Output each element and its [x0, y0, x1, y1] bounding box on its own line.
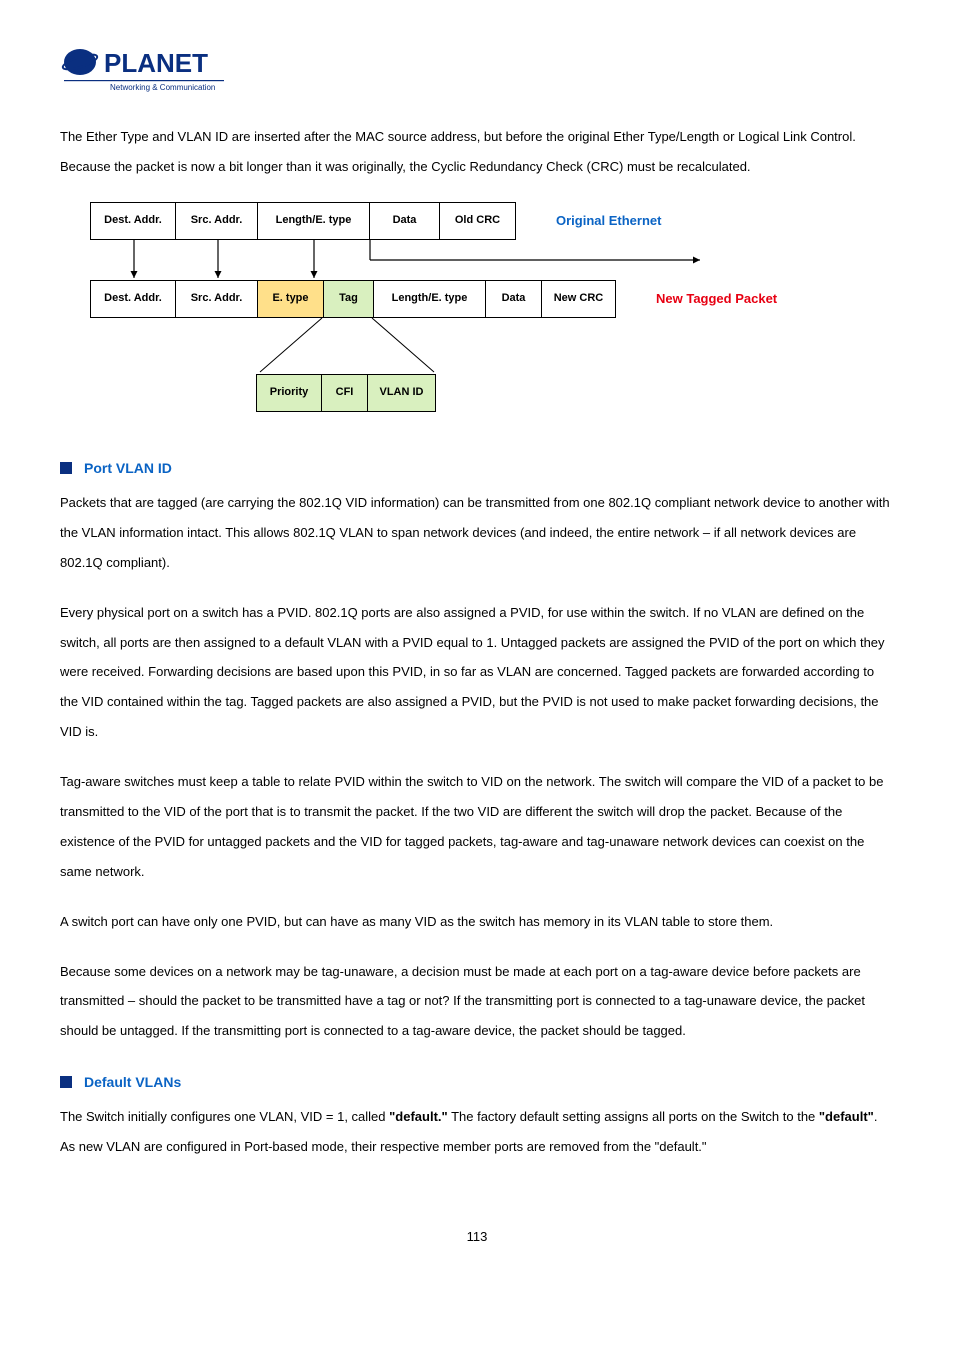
intro-paragraph: The Ether Type and VLAN ID are inserted …: [60, 122, 894, 182]
new-crc: New CRC: [542, 280, 616, 318]
bullet-icon: [60, 1076, 72, 1088]
text-bold-default: "default.": [389, 1109, 448, 1124]
label-new-tagged-packet: New Tagged Packet: [656, 284, 777, 314]
section-title-default-vlans: Default VLANs: [84, 1066, 181, 1098]
svg-text:PLANET: PLANET: [104, 48, 208, 78]
planet-logo-icon: PLANET Networking & Communication: [60, 40, 230, 92]
section-head-default-vlans: Default VLANs: [60, 1066, 894, 1098]
port-vlan-p3: Tag-aware switches must keep a table to …: [60, 767, 894, 887]
tag-priority: Priority: [256, 374, 322, 412]
page-number: 113: [60, 1222, 894, 1252]
orig-old-crc: Old CRC: [440, 202, 516, 240]
packet-diagram: Dest. Addr. Src. Addr. Length/E. type Da…: [60, 202, 894, 412]
orig-src-addr: Src. Addr.: [176, 202, 258, 240]
new-etype: E. type: [258, 280, 324, 318]
port-vlan-p1: Packets that are tagged (are carrying th…: [60, 488, 894, 578]
new-length-etype: Length/E. type: [374, 280, 486, 318]
section-title-port-vlan-id: Port VLAN ID: [84, 452, 172, 484]
orig-length-etype: Length/E. type: [258, 202, 370, 240]
tag-cfi: CFI: [322, 374, 368, 412]
new-data: Data: [486, 280, 542, 318]
new-tag: Tag: [324, 280, 374, 318]
orig-dest-addr: Dest. Addr.: [90, 202, 176, 240]
default-vlans-p1: The Switch initially configures one VLAN…: [60, 1102, 894, 1162]
port-vlan-p4: A switch port can have only one PVID, bu…: [60, 907, 894, 937]
orig-data: Data: [370, 202, 440, 240]
port-vlan-p2: Every physical port on a switch has a PV…: [60, 598, 894, 747]
tag-vlan-id: VLAN ID: [368, 374, 436, 412]
text-span: The Switch initially configures one VLAN…: [60, 1109, 389, 1124]
port-vlan-p5: Because some devices on a network may be…: [60, 957, 894, 1047]
text-bold-default2: "default": [819, 1109, 874, 1124]
label-original-ethernet: Original Ethernet: [556, 206, 661, 236]
brand-logo: PLANET Networking & Communication: [60, 40, 894, 92]
text-span: The factory default setting assigns all …: [448, 1109, 819, 1124]
svg-text:Networking & Communication: Networking & Communication: [110, 83, 215, 92]
section-head-port-vlan-id: Port VLAN ID: [60, 452, 894, 484]
bullet-icon: [60, 462, 72, 474]
new-dest-addr: Dest. Addr.: [90, 280, 176, 318]
new-src-addr: Src. Addr.: [176, 280, 258, 318]
